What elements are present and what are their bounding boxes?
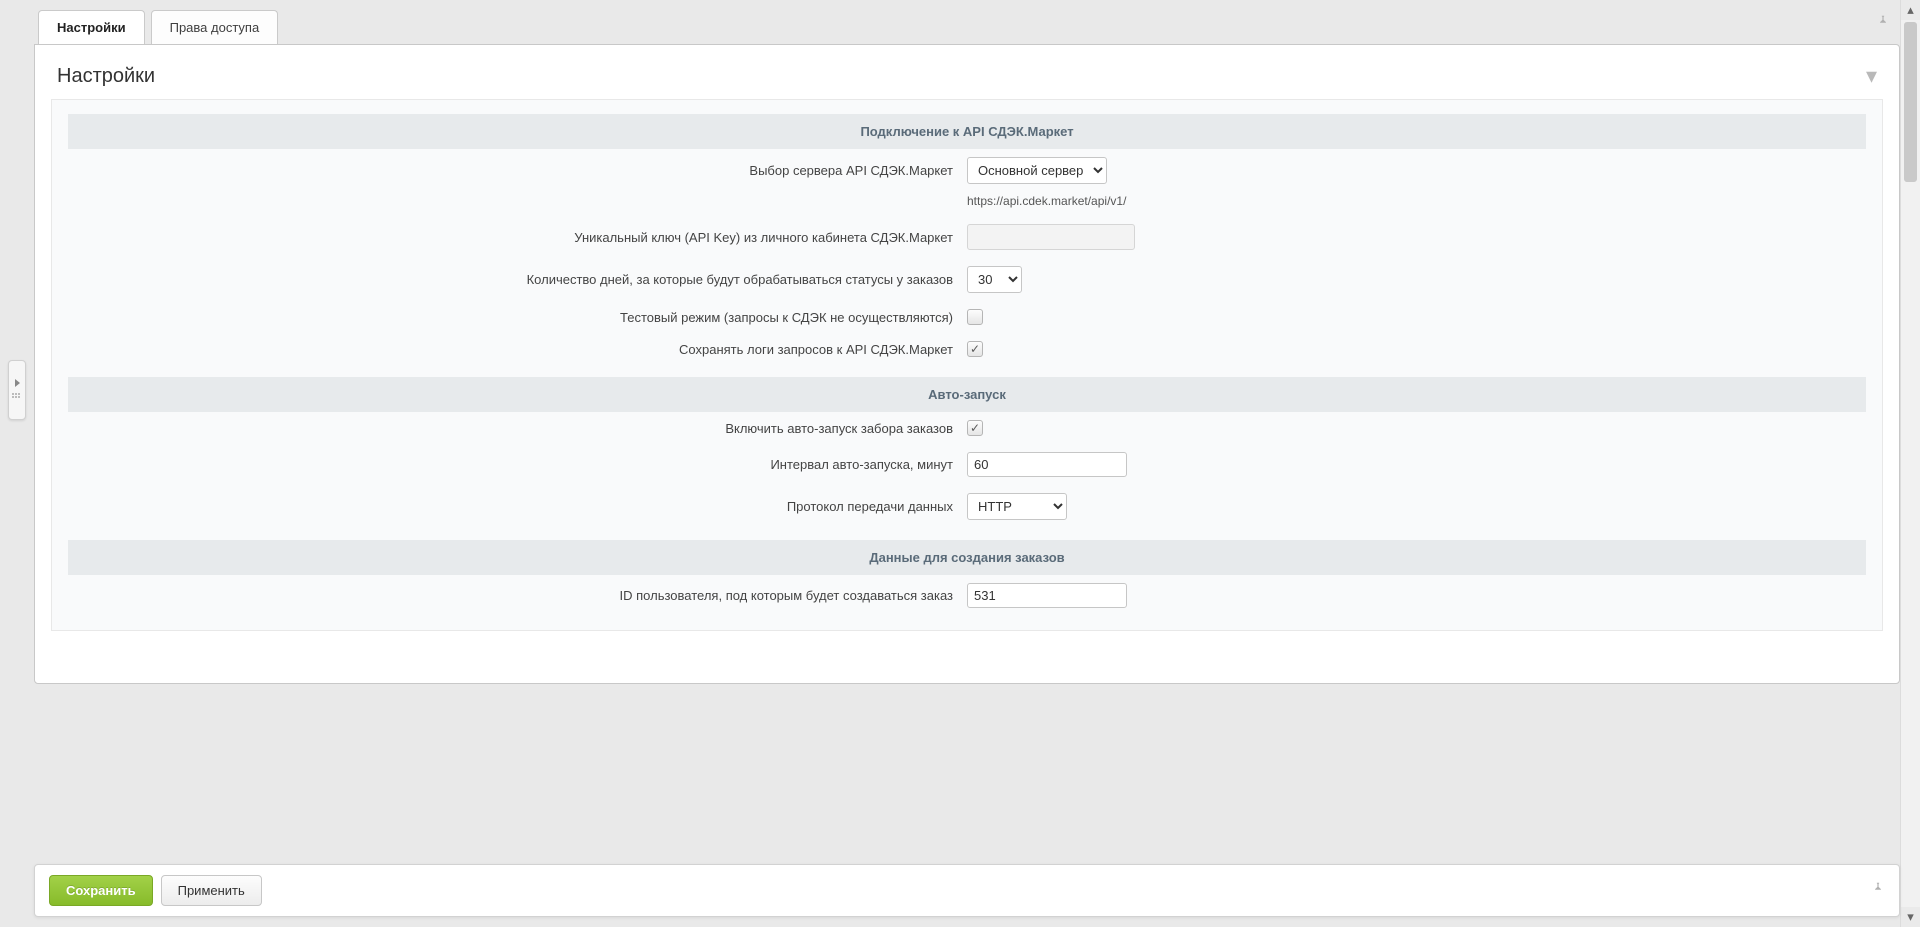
- api-key-input[interactable]: [967, 224, 1135, 250]
- scroll-thumb[interactable]: [1904, 22, 1917, 182]
- panel-title: Настройки: [57, 65, 155, 88]
- protocol-select[interactable]: HTTP: [967, 493, 1067, 520]
- action-bar: Сохранить Применить: [34, 864, 1900, 917]
- tabs-bar: Настройки Права доступа: [34, 0, 1900, 44]
- label-test-mode: Тестовый режим (запросы к СДЭК не осущес…: [68, 310, 967, 325]
- apply-button[interactable]: Применить: [161, 875, 262, 906]
- section-auto-heading: Авто-запуск: [68, 377, 1866, 412]
- label-protocol: Протокол передачи данных: [68, 499, 967, 514]
- label-api-key: Уникальный ключ (API Key) из личного каб…: [68, 230, 967, 245]
- section-orders-heading: Данные для создания заказов: [68, 540, 1866, 575]
- days-select[interactable]: 30: [967, 266, 1022, 293]
- test-mode-checkbox[interactable]: [967, 309, 983, 325]
- tab-permissions[interactable]: Права доступа: [151, 10, 279, 44]
- scroll-down-icon[interactable]: ▾: [1901, 907, 1920, 927]
- api-url-note: https://api.cdek.market/api/v1/: [967, 194, 1866, 208]
- page-scrollbar[interactable]: ▴ ▾: [1900, 0, 1920, 927]
- pin-actionbar-icon[interactable]: [1871, 881, 1885, 900]
- section-api-heading: Подключение к API СДЭК.Маркет: [68, 114, 1866, 149]
- label-interval: Интервал авто-запуска, минут: [68, 457, 967, 472]
- label-save-logs: Сохранять логи запросов к API СДЭК.Марке…: [68, 342, 967, 357]
- interval-input[interactable]: [967, 452, 1127, 477]
- save-button[interactable]: Сохранить: [49, 875, 153, 906]
- collapse-panel-icon[interactable]: ▾: [1866, 63, 1877, 89]
- user-id-input[interactable]: [967, 583, 1127, 608]
- label-days: Количество дней, за которые будут обраба…: [68, 272, 967, 287]
- pin-panel-icon[interactable]: [1876, 14, 1890, 33]
- scroll-up-icon[interactable]: ▴: [1901, 0, 1920, 20]
- label-user-id: ID пользователя, под которым будет созда…: [68, 588, 967, 603]
- label-auto-enable: Включить авто-запуск забора заказов: [68, 421, 967, 436]
- sidebar-expand-handle[interactable]: [8, 360, 26, 420]
- label-server: Выбор сервера API СДЭК.Маркет: [68, 163, 967, 178]
- settings-panel: Настройки ▾ Подключение к API СДЭК.Марке…: [34, 44, 1900, 684]
- tab-settings[interactable]: Настройки: [38, 10, 145, 44]
- auto-enable-checkbox[interactable]: [967, 420, 983, 436]
- save-logs-checkbox[interactable]: [967, 341, 983, 357]
- drag-handle-icon: [12, 393, 22, 401]
- chevron-right-icon: [15, 379, 20, 387]
- server-select[interactable]: Основной сервер: [967, 157, 1107, 184]
